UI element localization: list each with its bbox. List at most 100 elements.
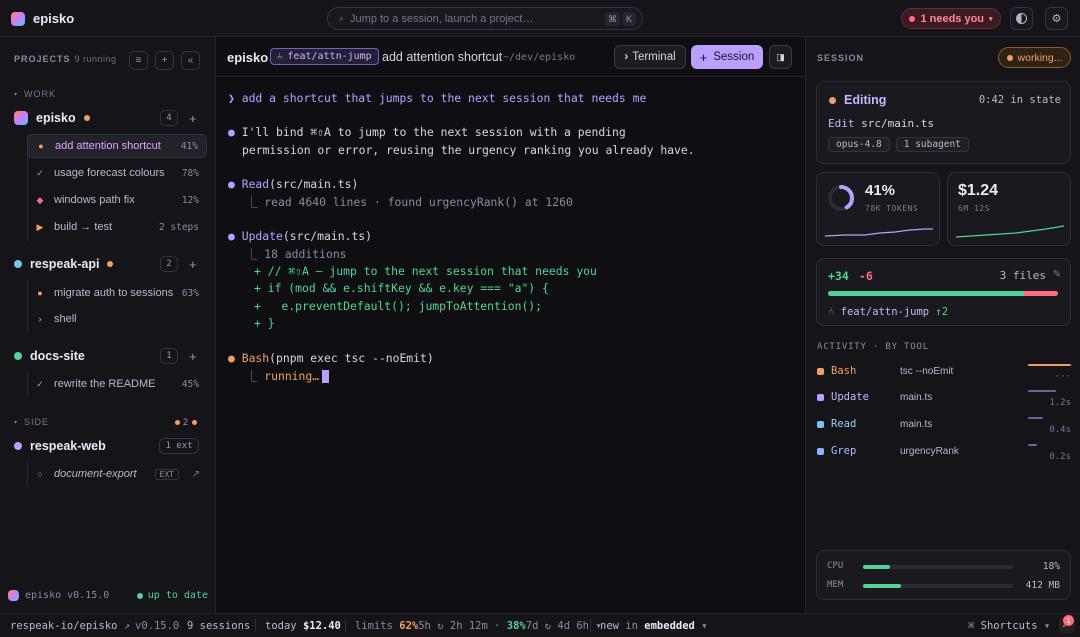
session-item[interactable]: ● migrate auth to sessions 63% [27, 281, 207, 305]
project-docs-site[interactable]: docs-site 1 + [14, 347, 204, 365]
session-item[interactable]: ○ document-export EXT ↗ [27, 462, 207, 486]
message-bullet-icon: ● [228, 125, 242, 139]
tool-call-bash[interactable]: ● Bash(pnpm exec tsc --noEmit) [228, 351, 434, 365]
status-label: working... [1017, 51, 1063, 64]
tree-branch-icon: ⎿ [246, 247, 265, 261]
diff-ratio-fill [828, 291, 1024, 296]
tool-result: ⎿ running… [246, 368, 330, 384]
context-sparkline [825, 228, 933, 237]
tool-call-update[interactable]: ● Update(src/main.ts) [228, 229, 372, 243]
cpu-label: CPU [827, 561, 844, 571]
session-item[interactable]: ● add attention shortcut 41% [27, 134, 207, 158]
app-window: episko ⌕ Jump to a session, launch a pro… [0, 0, 1080, 637]
ext-badge: EXT [154, 468, 179, 480]
activity-row[interactable]: Bash tsc --noEmit ··· [817, 364, 1071, 382]
session-item[interactable]: ▶ build → test 2 steps [27, 215, 207, 239]
branch-badge[interactable]: ⑃ feat/attn-jump [270, 48, 379, 65]
project-respeak-web[interactable]: respeak-web 1 ext [14, 437, 204, 455]
diff-card[interactable]: +34 -6 3 files ✎ ⑃ feat/attn-jump ↑2 [816, 258, 1071, 326]
tool-color-icon [817, 368, 824, 375]
new-session-target[interactable]: new in embedded ▾ [600, 620, 708, 632]
group-label: SIDE [24, 417, 50, 427]
group-count: 2 [183, 417, 190, 427]
group-work[interactable]: ▾ WORK [14, 89, 56, 99]
chevron-icon: ▾ [14, 419, 19, 426]
shortcuts-button[interactable]: ⌘ Shortcuts ▾ [968, 620, 1050, 632]
collapse-sidebar-button[interactable]: « [181, 51, 200, 70]
list-view-button[interactable]: ≡ [129, 51, 148, 70]
context-card: 41% 78K TOKENS [816, 172, 940, 246]
collapse-icon: « [187, 55, 194, 66]
project-respeak-api[interactable]: respeak-api 2 + [14, 255, 204, 273]
group-attention: 2 [175, 417, 198, 427]
session-count-badge: 1 ext [159, 438, 199, 454]
activity-row[interactable]: Update main.ts 1.2s [817, 390, 1071, 408]
lines-added: +34 [828, 269, 849, 283]
diff-line: + } [254, 316, 275, 330]
session-item[interactable]: ◆ windows path fix 12% [27, 188, 207, 212]
error-diamond-icon: ◆ [36, 194, 44, 205]
session-steps: 2 steps [158, 221, 199, 233]
cursor-icon [322, 370, 330, 383]
activity-row[interactable]: Grep urgencyRank 0.2s [817, 444, 1071, 462]
tool-arg: (pnpm exec tsc --noEmit) [269, 351, 434, 365]
add-session-icon[interactable]: + [189, 257, 197, 272]
theme-toggle-button[interactable] [1010, 7, 1033, 30]
session-item[interactable]: › shell [27, 307, 207, 331]
session-item[interactable]: ✓ rewrite the README 45% [27, 372, 207, 396]
brand[interactable]: episko [11, 11, 74, 26]
tool-name: Bash [241, 351, 270, 365]
check-icon: ✓ [36, 378, 44, 389]
activity-arg: main.ts [900, 419, 933, 430]
mem-bar-fill [863, 584, 901, 588]
attention-dot-icon [192, 419, 198, 425]
session-item[interactable]: ✓ usage forecast colours 78% [27, 161, 207, 185]
activity-duration: 0.2s [1049, 452, 1071, 462]
activity-duration: ··· [1054, 372, 1071, 382]
tool-result-text: 18 additions [264, 247, 347, 261]
usage-limits[interactable]: limits 62%5h ↻ 2h 12m · 38%7d ↻ 4d 6h ▾ [355, 620, 602, 632]
branch-info: ⑃ feat/attn-jump ↑2 [828, 306, 948, 318]
group-side[interactable]: ▾ SIDE 2 [14, 417, 202, 427]
activity-tool: Update [831, 391, 869, 403]
external-link-icon[interactable]: ↗ [192, 469, 200, 480]
terminal-button[interactable]: › Terminal [614, 45, 686, 69]
settings-button[interactable]: ⚙ [1045, 7, 1068, 30]
session-label: add attention shortcut [55, 140, 161, 152]
project-episko[interactable]: episko 4 + [14, 109, 204, 127]
session-label: migrate auth to sessions [54, 287, 174, 299]
search-input[interactable]: ⌕ Jump to a session, launch a project… ⌘… [327, 7, 643, 30]
notification-button[interactable]: ♪ 1 [1059, 615, 1075, 633]
repo-link[interactable]: respeak-io/episko ↗ [10, 620, 130, 632]
add-project-button[interactable]: + [155, 51, 174, 70]
sessions-label: 9 sessions [187, 620, 251, 632]
activity-bar [1028, 444, 1037, 446]
tool-call-read[interactable]: ● Read(src/main.ts) [228, 177, 358, 191]
edit-icon: ✎ [1052, 269, 1061, 280]
shell-chevron-icon: › [38, 314, 42, 324]
add-session-icon[interactable]: + [189, 111, 197, 126]
toggle-panel-button[interactable]: ◨ [769, 45, 792, 69]
shortcut-key-cmd: ⌘ [605, 12, 620, 26]
update-status: up to date [136, 590, 208, 601]
cost-card: $1.24 6M 12S [947, 172, 1071, 246]
command-icon: ⌘ [968, 620, 975, 632]
project-name: respeak-api [30, 257, 100, 271]
subagent-chip[interactable]: 1 subagent [895, 137, 969, 152]
main-pane: episko ⑃ feat/attn-jump add attention sh… [216, 37, 805, 613]
tool-bullet-icon: ● [228, 177, 242, 191]
mem-bar [863, 584, 1013, 588]
running-dot-icon: ● [37, 288, 43, 298]
needs-you-button[interactable]: 1 needs you ▾ [901, 8, 1001, 29]
tool-arg: (src/main.ts) [269, 177, 359, 191]
sidebar: PROJECTS 9 running ≡ + « ▾ WORK episko 4 … [0, 37, 216, 613]
activity-row[interactable]: Read main.ts 0.4s [817, 417, 1071, 435]
external-link-icon: ↗ [123, 620, 131, 632]
new-session-button[interactable]: + Session [691, 45, 763, 69]
action-verb: Edit [828, 117, 855, 130]
project-name: episko [227, 50, 269, 65]
add-session-icon[interactable]: + [189, 349, 197, 364]
assistant-message: ● I'll bind ⌘⇧A to jump to the next sess… [228, 125, 626, 139]
divider [255, 619, 256, 632]
activity-label: ACTIVITY · BY TOOL [817, 342, 929, 352]
